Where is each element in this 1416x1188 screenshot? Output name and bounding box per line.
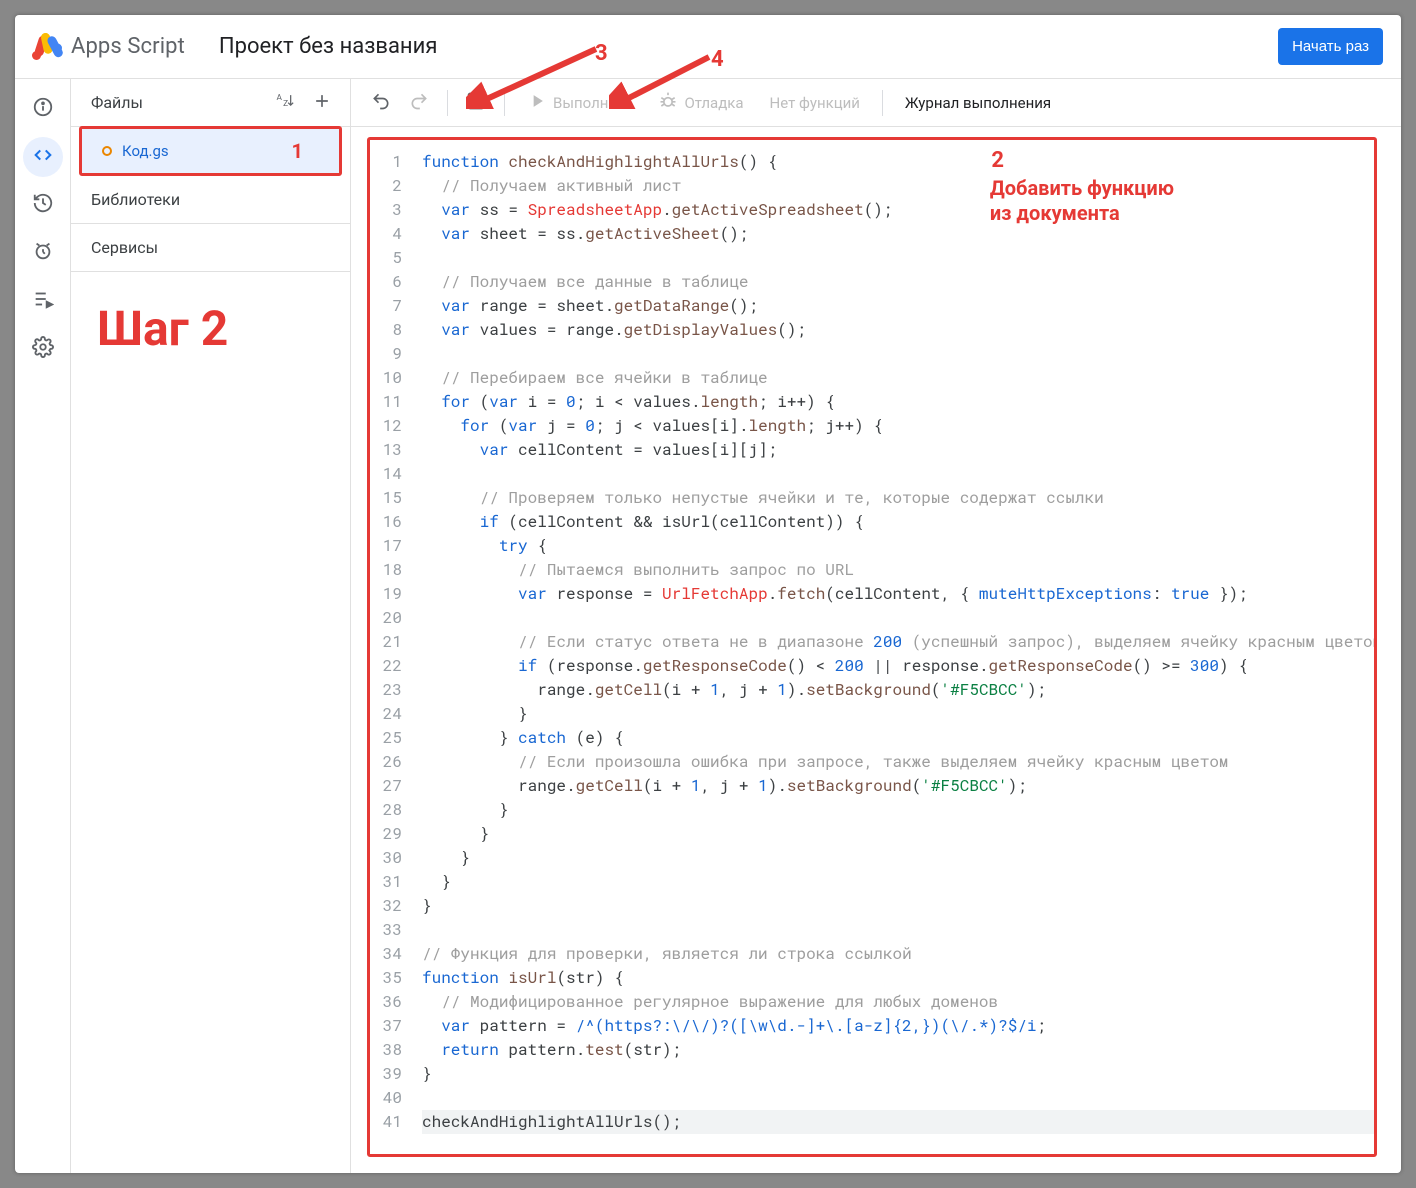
- add-service-button[interactable]: [306, 232, 338, 264]
- svg-text:A: A: [277, 93, 283, 103]
- plus-icon: [312, 91, 332, 115]
- overview-rail-item[interactable]: [23, 89, 63, 129]
- info-icon: [32, 96, 54, 122]
- line-gutter: 1234567891011121314151617181920212223242…: [370, 140, 410, 1154]
- services-label: Сервисы: [91, 238, 158, 257]
- gear-icon: [32, 336, 54, 362]
- code-editor[interactable]: 1234567891011121314151617181920212223242…: [370, 140, 1374, 1154]
- triggers-rail-item[interactable]: [23, 233, 63, 273]
- debug-button[interactable]: Отладка: [646, 85, 755, 121]
- execution-log-tab[interactable]: Журнал выполнения: [893, 85, 1063, 121]
- libraries-section-header: Библиотеки: [71, 176, 350, 224]
- svg-text:Z: Z: [283, 99, 288, 109]
- file-item-kod[interactable]: Код.gs 1: [82, 129, 339, 173]
- deploy-button[interactable]: Начать раз: [1278, 28, 1383, 65]
- sort-files-button[interactable]: AZ: [268, 87, 300, 119]
- add-file-button[interactable]: [306, 87, 338, 119]
- file-name: Код.gs: [122, 142, 169, 160]
- left-rail: [15, 79, 71, 1173]
- annotation-box-1: Код.gs 1: [79, 126, 342, 176]
- redo-button[interactable]: [401, 85, 437, 121]
- list-play-icon: [32, 288, 54, 314]
- annotation-step-label: Шаг 2: [97, 300, 350, 357]
- run-button[interactable]: Выполнить: [515, 85, 644, 121]
- editor-rail-item[interactable]: [23, 137, 63, 177]
- log-label: Журнал выполнения: [905, 94, 1051, 112]
- undo-button[interactable]: [363, 85, 399, 121]
- services-section-header: Сервисы: [71, 224, 350, 272]
- unsaved-indicator-icon: [102, 146, 112, 156]
- bug-icon: [658, 91, 678, 115]
- add-library-button[interactable]: [306, 184, 338, 216]
- history-rail-item[interactable]: [23, 185, 63, 225]
- play-icon: [527, 91, 547, 115]
- sort-az-icon: AZ: [274, 91, 294, 115]
- files-label: Файлы: [91, 93, 143, 112]
- code-content[interactable]: function checkAndHighlightAllUrls() { //…: [410, 140, 1374, 1154]
- apps-script-logo-icon: [29, 27, 65, 67]
- function-select[interactable]: Нет функций: [758, 85, 872, 121]
- sidebar: Файлы AZ Код.gs 1 Библиоте: [71, 79, 351, 1173]
- files-section-header: Файлы AZ: [71, 79, 350, 127]
- brand-text: Apps Script: [71, 34, 185, 59]
- app-header: Apps Script Проект без названия Начать р…: [15, 15, 1401, 79]
- settings-rail-item[interactable]: [23, 329, 63, 369]
- save-icon: [466, 91, 486, 115]
- run-label: Выполнить: [553, 94, 632, 112]
- history-icon: [32, 192, 54, 218]
- annotation-marker-1: 1: [292, 139, 303, 163]
- project-title[interactable]: Проект без названия: [219, 34, 438, 59]
- libraries-label: Библиотеки: [91, 190, 180, 209]
- undo-icon: [371, 91, 391, 115]
- code-editor-annotation-box: 2 Добавить функцию из документа 12345678…: [367, 137, 1377, 1157]
- editor-toolbar: Выполнить Отладка Нет функций Журнал вып…: [351, 79, 1401, 127]
- debug-label: Отладка: [684, 94, 743, 112]
- brand-logo: Apps Script: [29, 27, 185, 67]
- save-button[interactable]: [458, 85, 494, 121]
- executions-rail-item[interactable]: [23, 281, 63, 321]
- redo-icon: [409, 91, 429, 115]
- nofunc-label: Нет функций: [770, 94, 860, 112]
- main-area: Выполнить Отладка Нет функций Журнал вып…: [351, 79, 1401, 1173]
- clock-icon: [32, 240, 54, 266]
- code-icon: [32, 144, 54, 170]
